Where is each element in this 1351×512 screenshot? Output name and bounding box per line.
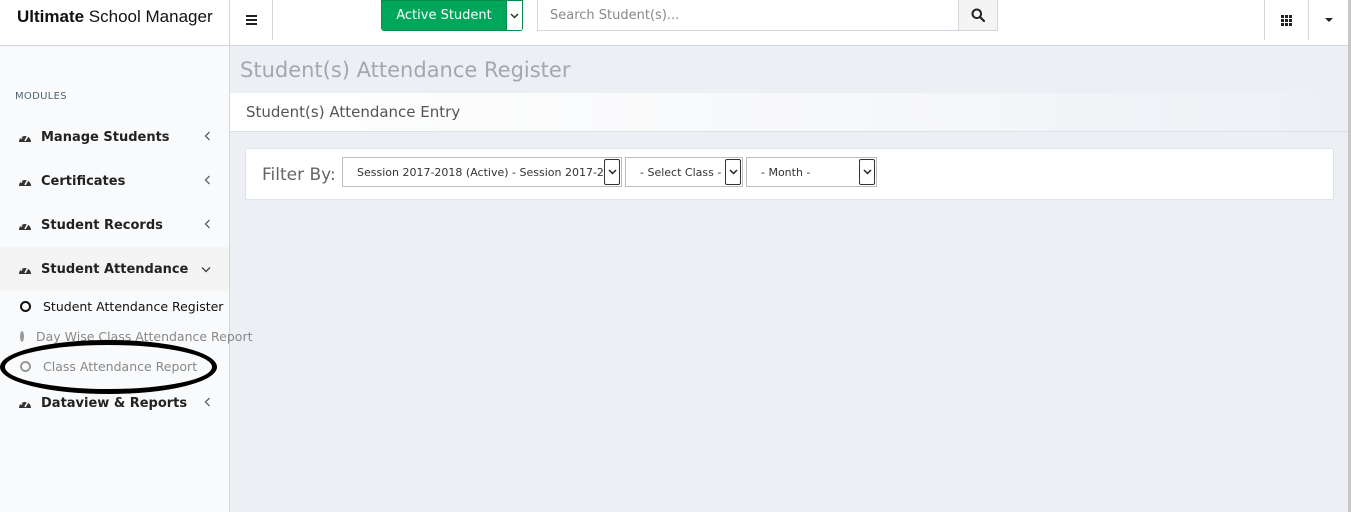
class-select[interactable]: - Select Class - xyxy=(625,157,743,187)
filter-panel: Filter By: Session 2017-2018 (Active) - … xyxy=(245,148,1334,200)
chevron-left-icon xyxy=(204,396,211,410)
sidebar-header: MODULES xyxy=(15,91,67,102)
sidebar-item-label: Dataview & Reports xyxy=(41,395,188,411)
sidebar-item-label: Certificates xyxy=(41,173,126,189)
dashboard-icon xyxy=(19,177,31,186)
session-select-value: Session 2017-2018 (Active) - Session 201… xyxy=(357,165,604,179)
search-icon xyxy=(971,8,985,22)
hamburger-icon xyxy=(245,19,257,21)
sidebar-item-dataview-reports[interactable]: Dataview & Reports xyxy=(0,381,229,425)
sidebar-subitem-label: Day Wise Class Attendance Report xyxy=(36,328,253,344)
circle-icon xyxy=(20,300,31,312)
apps-menu-button[interactable] xyxy=(1264,0,1309,40)
chevron-down-icon xyxy=(725,159,741,185)
search-button[interactable] xyxy=(958,0,997,30)
sidebar-subitem-day-wise-report[interactable]: Day Wise Class Attendance Report xyxy=(0,321,253,351)
sidebar-item-certificates[interactable]: Certificates xyxy=(0,159,229,203)
sidebar-toggle-button[interactable] xyxy=(230,0,273,40)
sidebar-subitem-class-attendance-report[interactable]: Class Attendance Report xyxy=(0,351,229,381)
sidebar-item-label: Student Records xyxy=(41,217,163,233)
top-navbar: Ultimate School Manager Active Student xyxy=(0,0,1351,46)
caret-down-icon xyxy=(1325,18,1333,22)
sidebar: MODULES Manage Students Certificates Stu… xyxy=(0,46,253,512)
active-student-dropdown[interactable]: Active Student xyxy=(381,0,523,31)
sidebar-item-manage-students[interactable]: Manage Students xyxy=(0,115,229,159)
chevron-left-icon xyxy=(204,130,211,144)
sidebar-subitem-attendance-register[interactable]: Student Attendance Register xyxy=(0,291,229,321)
search-input[interactable] xyxy=(538,0,958,30)
sidebar-item-student-attendance[interactable]: Student Attendance xyxy=(0,247,229,291)
sidebar-item-student-records[interactable]: Student Records xyxy=(0,203,229,247)
circle-icon xyxy=(20,330,24,342)
sidebar-item-label: Manage Students xyxy=(41,129,170,145)
chevron-left-icon xyxy=(204,218,211,232)
sidebar-subitem-label: Student Attendance Register xyxy=(43,298,224,314)
active-student-label[interactable]: Active Student xyxy=(382,1,506,30)
grid-icon xyxy=(1281,14,1292,26)
section-subheader: Student(s) Attendance Entry xyxy=(230,93,1348,132)
dashboard-icon xyxy=(19,221,31,230)
dashboard-icon xyxy=(19,399,31,408)
chevron-down-icon[interactable] xyxy=(506,1,522,30)
dashboard-icon xyxy=(19,265,31,274)
circle-icon xyxy=(20,360,31,372)
dashboard-icon xyxy=(19,133,31,142)
brand-bold: Ultimate xyxy=(17,7,85,26)
chevron-down-icon xyxy=(604,159,620,185)
month-select[interactable]: - Month - xyxy=(746,157,877,187)
sidebar-subitem-label: Class Attendance Report xyxy=(43,358,198,374)
brand-rest: School Manager xyxy=(84,7,213,26)
user-menu-dropdown[interactable] xyxy=(1309,0,1349,40)
month-select-value: - Month - xyxy=(761,165,811,179)
filter-label: Filter By: xyxy=(262,165,336,185)
chevron-down-icon xyxy=(859,159,875,185)
page-title: Student(s) Attendance Register xyxy=(240,58,571,82)
sidebar-item-label: Student Attendance xyxy=(41,261,189,277)
chevron-left-icon xyxy=(204,174,211,188)
subheader-text: Student(s) Attendance Entry xyxy=(246,103,461,121)
student-search xyxy=(537,0,998,31)
app-logo[interactable]: Ultimate School Manager xyxy=(0,0,230,46)
chevron-down-icon xyxy=(201,262,211,276)
session-select[interactable]: Session 2017-2018 (Active) - Session 201… xyxy=(342,157,622,187)
class-select-value: - Select Class - xyxy=(640,165,722,179)
